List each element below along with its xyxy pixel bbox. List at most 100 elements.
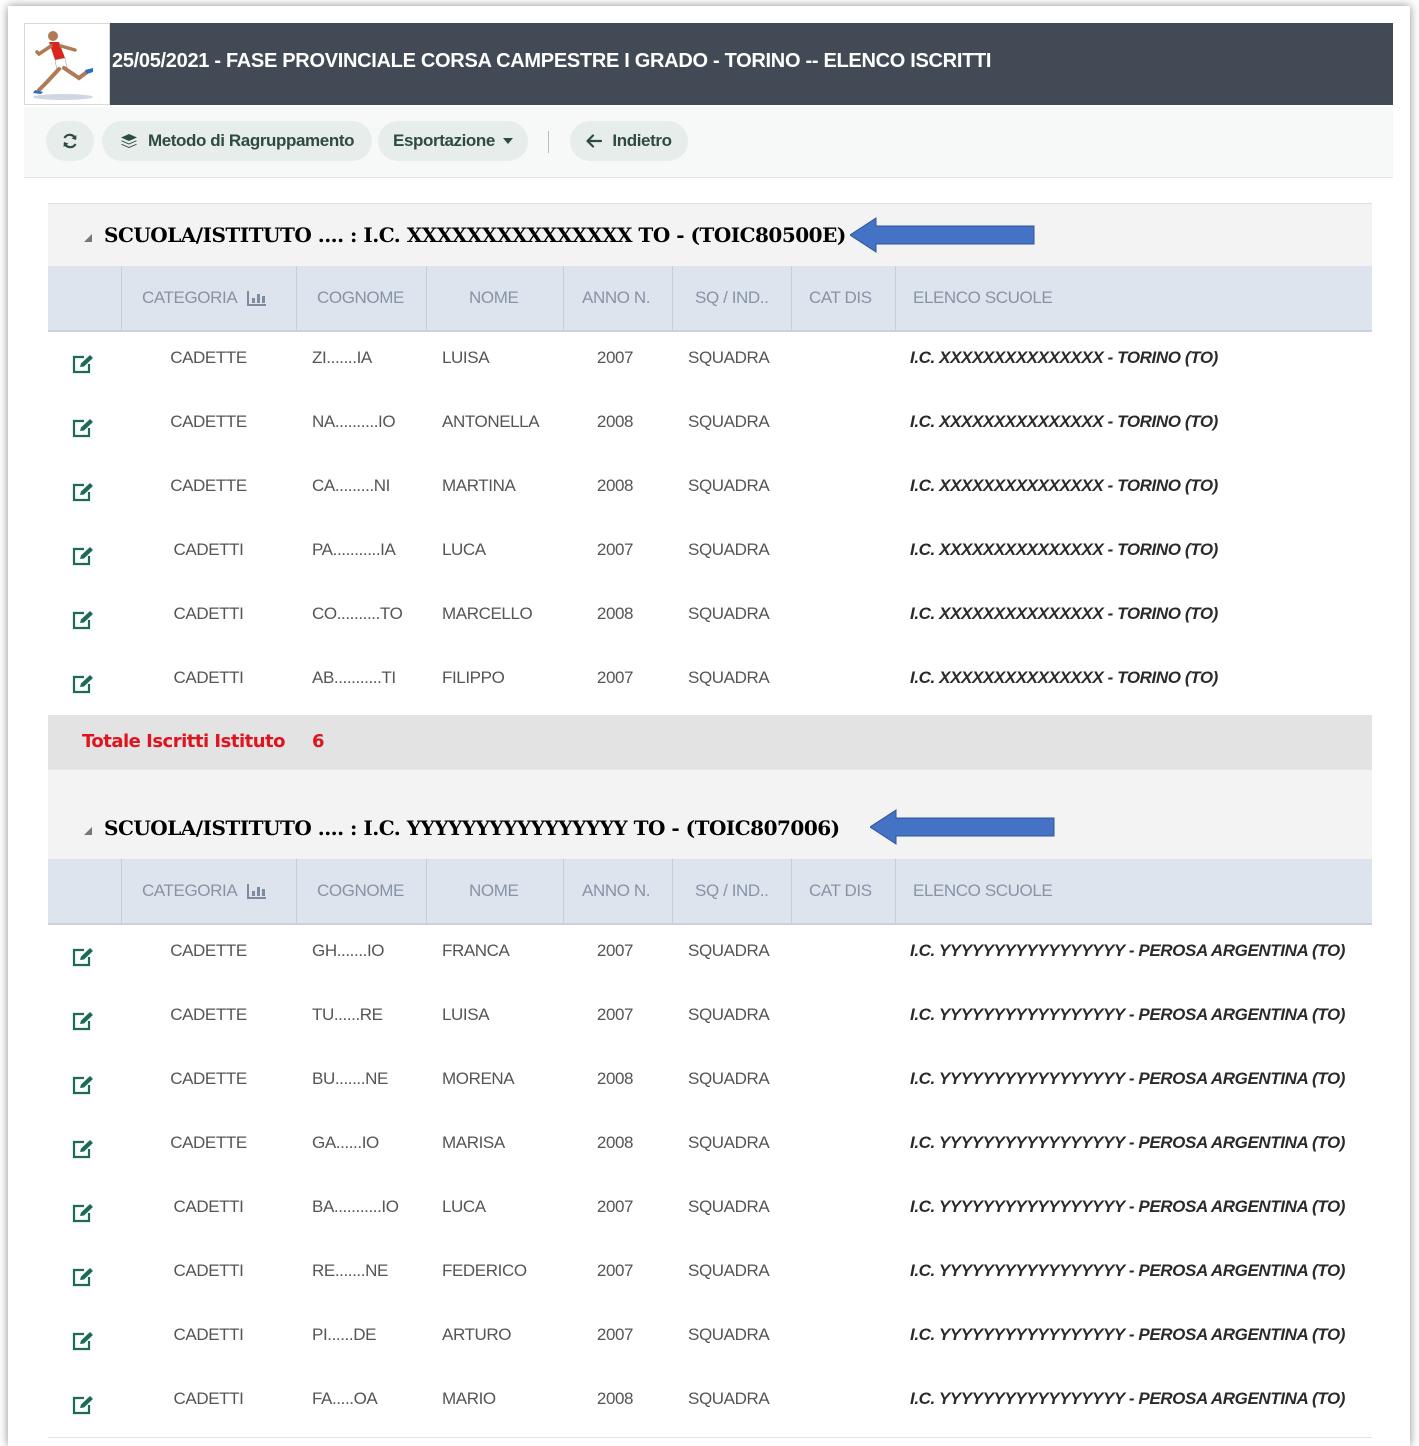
- column-header-label: CATEGORIA: [142, 881, 238, 900]
- edit-icon[interactable]: [72, 947, 94, 972]
- cell-anno: 2007: [596, 1197, 634, 1216]
- refresh-button[interactable]: [46, 121, 94, 161]
- table-row[interactable]: CADETTI AB...........TI FILIPPO 2007 SQUADRA…: [48, 652, 1372, 717]
- table-row[interactable]: CADETTI PI......DE ARTURO 2007 SQUADRA I.C. Y…: [48, 1309, 1372, 1374]
- table-row[interactable]: CADETTI PA...........IA LUCA 2007 SQUADRA I.C…: [48, 524, 1372, 589]
- table-row[interactable]: CADETTE GH.......IO FRANCA 2007 SQUADRA I.C. …: [48, 925, 1372, 990]
- cell-scuola: I.C. YYYYYYYYYYYYYYYYY - PEROSA ARGENTIN…: [910, 1197, 1346, 1216]
- cell-scuola: I.C. YYYYYYYYYYYYYYYYY - PEROSA ARGENTIN…: [910, 1325, 1346, 1344]
- column-header-cognome[interactable]: COGNOME: [296, 266, 426, 330]
- cell-categoria: CADETTE: [170, 941, 247, 960]
- column-header-categoria[interactable]: CATEGORIA: [121, 266, 296, 330]
- group-total-row: Totale Iscritti Istituto 6: [48, 715, 1372, 769]
- table-row[interactable]: CADETTI CO..........TO MARCELLO 2008 SQUADRA…: [48, 588, 1372, 653]
- edit-icon[interactable]: [72, 1011, 94, 1036]
- column-header-actions: [48, 266, 121, 330]
- cell-scuola: I.C. XXXXXXXXXXXXXXX - TORINO (TO): [910, 412, 1218, 431]
- edit-icon[interactable]: [72, 1075, 94, 1100]
- column-header-elenco-scuole[interactable]: ELENCO SCUOLE: [895, 859, 1372, 923]
- cell-categoria: CADETTE: [170, 412, 247, 431]
- edit-icon[interactable]: [72, 1267, 94, 1292]
- column-header-nome[interactable]: NOME: [426, 859, 563, 923]
- edit-icon[interactable]: [72, 1331, 94, 1356]
- edit-icon[interactable]: [72, 610, 94, 635]
- export-dropdown-button[interactable]: Esportazione: [378, 121, 528, 161]
- cell-cognome: AB...........TI: [312, 668, 396, 687]
- cell-scuola: I.C. YYYYYYYYYYYYYYYYY - PEROSA ARGENTIN…: [910, 1069, 1346, 1088]
- cell-anno: 2007: [596, 1005, 634, 1024]
- edit-icon[interactable]: [72, 418, 94, 443]
- table-row[interactable]: CADETTE BU.......NE MORENA 2008 SQUADRA I.C. …: [48, 1053, 1372, 1118]
- column-header-anno[interactable]: ANNO N.: [563, 266, 672, 330]
- cell-cognome: BA...........IO: [312, 1197, 399, 1216]
- table-row[interactable]: CADETTE GA......IO MARISA 2008 SQUADRA I.C. Y…: [48, 1117, 1372, 1182]
- chart-icon[interactable]: [247, 883, 267, 899]
- cell-categoria: CADETTE: [170, 1133, 247, 1152]
- cell-scuola: I.C. XXXXXXXXXXXXXXX - TORINO (TO): [910, 604, 1218, 623]
- grouping-method-button[interactable]: Metodo di Ragruppamento: [102, 121, 372, 161]
- column-header-cat-dis[interactable]: CAT DIS: [791, 859, 895, 923]
- group-header-1[interactable]: SCUOLA/ISTITUTO .... : I.C. XXXXXXXXXXXX…: [48, 203, 1372, 267]
- cell-scuola: I.C. XXXXXXXXXXXXXXX - TORINO (TO): [910, 540, 1218, 559]
- cell-categoria: CADETTI: [173, 1325, 244, 1344]
- collapse-triangle-icon[interactable]: [84, 822, 92, 835]
- page-title: 25/05/2021 - FASE PROVINCIALE CORSA CAMP…: [112, 50, 992, 72]
- title-bar: 25/05/2021 - FASE PROVINCIALE CORSA CAMP…: [24, 23, 1393, 105]
- column-header-cat-dis[interactable]: CAT DIS: [791, 266, 895, 330]
- back-label: Indietro: [612, 131, 672, 150]
- cell-nome: MARCELLO: [442, 604, 533, 623]
- edit-icon[interactable]: [72, 1203, 94, 1228]
- cell-categoria: CADETTE: [170, 348, 247, 367]
- arrow-left-icon: [586, 134, 603, 148]
- chart-icon[interactable]: [247, 290, 267, 306]
- cell-categoria: CADETTI: [173, 1197, 244, 1216]
- column-header-elenco-scuole[interactable]: ELENCO SCUOLE: [895, 266, 1372, 330]
- table-row[interactable]: CADETTI BA...........IO LUCA 2007 SQUADRA I.C…: [48, 1181, 1372, 1246]
- column-header-nome[interactable]: NOME: [426, 266, 563, 330]
- cell-anno: 2008: [596, 1389, 634, 1408]
- cell-categoria: CADETTE: [170, 476, 247, 495]
- edit-icon[interactable]: [72, 546, 94, 571]
- table-row[interactable]: CADETTE NA..........IO ANTONELLA 2008 SQUADR…: [48, 396, 1372, 461]
- column-header-sq-ind[interactable]: SQ / IND..: [672, 859, 791, 923]
- cell-categoria: CADETTI: [173, 1389, 244, 1408]
- cell-cognome: FA.....OA: [312, 1389, 378, 1408]
- edit-icon[interactable]: [72, 1139, 94, 1164]
- cell-cognome: PI......DE: [312, 1325, 377, 1344]
- cell-categoria: CADETTE: [170, 1069, 247, 1088]
- cell-anno: 2008: [596, 1069, 634, 1088]
- cell-scuola: I.C. XXXXXXXXXXXXXXX - TORINO (TO): [910, 476, 1218, 495]
- toolbar: Metodo di Ragruppamento Esportazione Ind…: [24, 107, 1393, 178]
- column-header-anno[interactable]: ANNO N.: [563, 859, 672, 923]
- cell-anno: 2008: [596, 604, 634, 623]
- cell-cognome: PA...........IA: [312, 540, 396, 559]
- cell-categoria: CADETTI: [173, 540, 244, 559]
- cell-scuola: I.C. XXXXXXXXXXXXXXX - TORINO (TO): [910, 668, 1218, 687]
- table-row[interactable]: CADETTI FA.....OA MARIO 2008 SQUADRA I.C. YYY…: [48, 1373, 1372, 1438]
- edit-icon[interactable]: [72, 354, 94, 379]
- annotation-arrow-icon: [850, 217, 1035, 253]
- cell-cognome: NA..........IO: [312, 412, 396, 431]
- refresh-icon: [61, 132, 79, 150]
- column-header-sq-ind[interactable]: SQ / IND..: [672, 266, 791, 330]
- cell-cognome: BU.......NE: [312, 1069, 388, 1088]
- cell-sq: SQUADRA: [688, 1197, 770, 1216]
- table-row[interactable]: CADETTE CA.........NI MARTINA 2008 SQUADRA I.…: [48, 460, 1372, 525]
- cell-sq: SQUADRA: [688, 1325, 770, 1344]
- cell-nome: FILIPPO: [442, 668, 505, 687]
- edit-icon[interactable]: [72, 674, 94, 699]
- cell-sq: SQUADRA: [688, 540, 770, 559]
- table-row[interactable]: CADETTE ZI.......IA LUISA 2007 SQUADRA I.C. X…: [48, 332, 1372, 397]
- cell-anno: 2007: [596, 941, 634, 960]
- cell-nome: FRANCA: [442, 941, 510, 960]
- back-button[interactable]: Indietro: [570, 121, 688, 161]
- column-header-cognome[interactable]: COGNOME: [296, 859, 426, 923]
- column-header-categoria[interactable]: CATEGORIA: [121, 859, 296, 923]
- edit-icon[interactable]: [72, 482, 94, 507]
- group-header-2[interactable]: SCUOLA/ISTITUTO .... : I.C. YYYYYYYYYYYY…: [48, 797, 1372, 860]
- table-row[interactable]: CADETTE TU......RE LUISA 2007 SQUADRA I.C. YY…: [48, 989, 1372, 1054]
- table-row[interactable]: CADETTI RE.......NE FEDERICO 2007 SQUADRA I.C…: [48, 1245, 1372, 1310]
- cell-anno: 2007: [596, 1325, 634, 1344]
- collapse-triangle-icon[interactable]: [84, 229, 92, 242]
- edit-icon[interactable]: [72, 1395, 94, 1420]
